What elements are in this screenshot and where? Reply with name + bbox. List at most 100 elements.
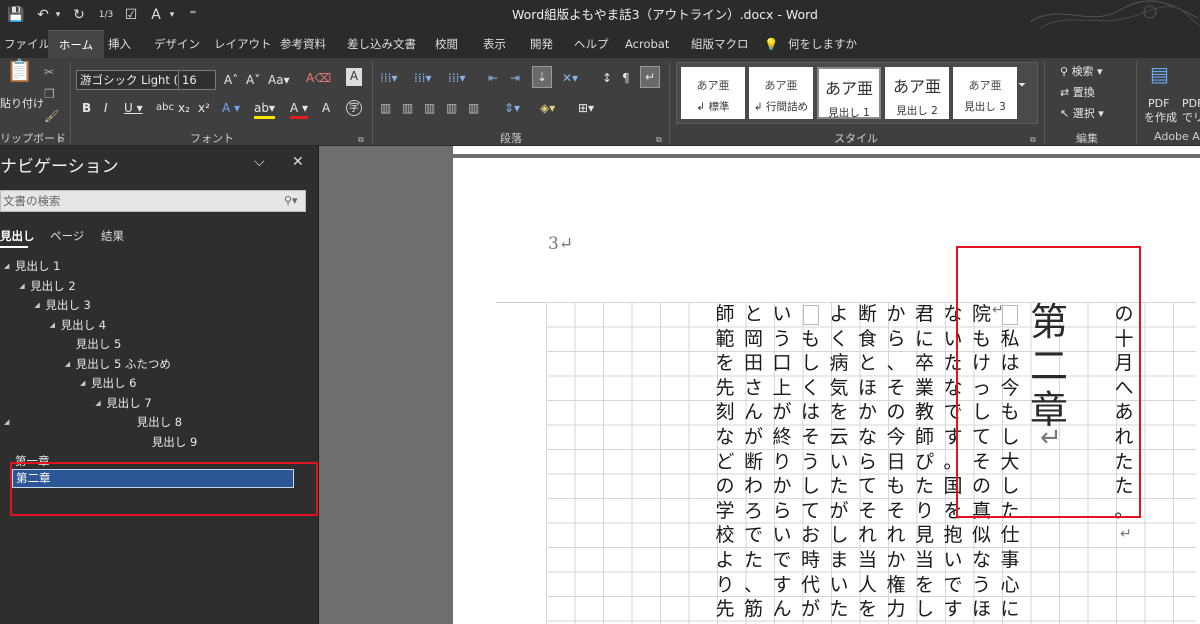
tab-pages[interactable]: ページ (50, 228, 84, 244)
line-spacing-icon[interactable]: ⇕▾ (504, 100, 520, 116)
expand-triangle-icon[interactable]: ◢ (4, 262, 9, 270)
paragraph-mark-icon[interactable]: ↵ (640, 66, 660, 88)
multilevel-list-icon[interactable]: ⁞⁞⁞▾ (448, 70, 465, 86)
borders-icon[interactable]: ⊞▾ (578, 100, 594, 116)
nav-search-input[interactable]: 文書の検索 (0, 190, 306, 212)
expand-triangle-icon[interactable]: ◢ (95, 399, 100, 407)
tab-2[interactable]: 挿入 (108, 30, 131, 58)
heading-item[interactable]: 見出し 6 (91, 375, 136, 391)
glyph: な (971, 548, 991, 571)
bold-icon[interactable]: B (82, 100, 91, 116)
font-name-combo[interactable]: 游ゴシック Light (見 (76, 70, 180, 90)
decrease-indent-icon[interactable]: ⇤ (488, 70, 498, 86)
text-effects-icon[interactable]: A ▾ (222, 100, 240, 116)
style-3[interactable]: あア亜 見出し 2 (885, 67, 949, 119)
gallery-more-icon[interactable]: ⏷ (1018, 78, 1026, 94)
enclose-char-icon[interactable]: 字 (346, 100, 362, 116)
tab-0[interactable]: ファイル (4, 30, 50, 58)
format-painter-icon[interactable]: 🖌 (44, 108, 59, 124)
subscript-icon[interactable]: x₂ (178, 100, 190, 116)
strikethrough-icon[interactable]: abc (156, 100, 174, 116)
style-1[interactable]: あア亜 ↲ 行間詰め (749, 67, 813, 119)
expand-triangle-icon[interactable]: ◢ (65, 360, 70, 368)
copy-icon[interactable]: ❐ (44, 86, 55, 102)
tab-results[interactable]: 結果 (101, 228, 124, 244)
tab-1[interactable]: ホーム (48, 30, 104, 58)
italic-icon[interactable]: I (104, 100, 108, 116)
superscript-icon[interactable]: x² (198, 100, 210, 116)
heading-item[interactable]: 見出し 9 (152, 434, 197, 450)
shrink-font-icon[interactable]: A˅ (246, 72, 260, 88)
distribute-icon[interactable]: ▥ (468, 100, 479, 116)
tab-5[interactable]: 参考資料 (280, 30, 326, 58)
align-top-icon[interactable]: ▥ (380, 100, 391, 116)
style-0[interactable]: あア亜 ↲ 標準 (681, 67, 745, 119)
heading-item[interactable]: 見出し 2 (30, 278, 75, 294)
highlight-icon[interactable]: ab▾ (254, 100, 275, 119)
tab-7[interactable]: 校閲 (435, 30, 458, 58)
font-size-combo[interactable]: 16 (178, 70, 216, 90)
heading-item[interactable]: 見出し 1 (15, 258, 60, 274)
show-marks-icon[interactable]: ¶ (622, 70, 630, 86)
tab-8[interactable]: 表示 (483, 30, 506, 58)
glyph: と (857, 352, 877, 375)
underline-icon[interactable]: U ▾ (124, 100, 143, 116)
text-direction-icon[interactable]: ⇣ (532, 66, 552, 88)
find-button[interactable]: ⚲ 検索 ▾ (1060, 64, 1103, 80)
grow-font-icon[interactable]: A˄ (224, 72, 238, 88)
glyph: 代 (800, 573, 820, 596)
char-border-icon[interactable]: A (346, 68, 362, 86)
tab-12[interactable]: 組版マクロ (691, 30, 749, 58)
pdf-create-label-2[interactable]: を作成 (1144, 110, 1177, 126)
justify-icon[interactable]: ▥ (446, 100, 457, 116)
expand-triangle-icon[interactable]: ◢ (4, 418, 9, 426)
sort-icon[interactable]: ↕ (602, 70, 612, 86)
close-icon[interactable]: ✕ (292, 154, 304, 170)
pdf-create-icon[interactable]: ▤ (1150, 64, 1169, 84)
tab-3[interactable]: デザイン (154, 30, 200, 58)
page-marker: 3↵ (548, 234, 574, 254)
tab-14[interactable]: 何をしますか (788, 30, 857, 58)
heading-item[interactable]: 見出し 3 (45, 297, 90, 313)
change-case-icon[interactable]: Aa▾ (268, 72, 290, 88)
chevron-down-icon[interactable]: ⌵ (254, 154, 265, 170)
paste-icon[interactable]: 📋 (6, 61, 33, 83)
glyph: に (914, 327, 934, 350)
glyph: た (914, 475, 934, 498)
font-color-icon[interactable]: A ▾ (290, 100, 309, 119)
asian-layout-icon[interactable]: ✕▾ (562, 70, 578, 86)
bullets-icon[interactable]: ⁞⁞⁞▾ (380, 70, 397, 86)
heading-item[interactable]: 見出し 5 (76, 336, 121, 352)
heading-item[interactable]: 見出し 5 ふたつめ (76, 356, 171, 372)
tab-11[interactable]: Acrobat (625, 30, 669, 58)
tab-6[interactable]: 差し込み文書 (347, 30, 416, 58)
expand-triangle-icon[interactable]: ◢ (19, 282, 24, 290)
shading-icon[interactable]: ◈▾ (540, 100, 555, 116)
char-shading-icon[interactable]: A (322, 100, 330, 116)
heading-item[interactable]: 見出し 8 (137, 414, 182, 430)
style-2[interactable]: あア亜 見出し 1 (817, 67, 881, 119)
search-icon[interactable]: ⚲▾ (284, 193, 298, 209)
clear-format-icon[interactable]: A⌫ (306, 70, 331, 86)
select-button[interactable]: ↖ 選択 ▾ (1060, 106, 1104, 122)
glyph: 教 (914, 401, 934, 424)
tab-4[interactable]: レイアウト (214, 30, 272, 58)
expand-triangle-icon[interactable]: ◢ (34, 301, 39, 309)
expand-triangle-icon[interactable]: ◢ (80, 379, 85, 387)
align-center-icon[interactable]: ▥ (402, 100, 413, 116)
cut-icon[interactable]: ✂ (44, 64, 54, 80)
heading-item[interactable]: 見出し 4 (61, 317, 106, 333)
pdf-share-label-2[interactable]: でリ (1182, 110, 1200, 126)
expand-triangle-icon[interactable]: ◢ (50, 321, 55, 329)
paste-label[interactable]: 貼り付け (0, 96, 44, 112)
tab-10[interactable]: ヘルプ (574, 30, 609, 58)
tab-9[interactable]: 開発 (530, 30, 553, 58)
align-bottom-icon[interactable]: ▥ (424, 100, 435, 116)
increase-indent-icon[interactable]: ⇥ (510, 70, 520, 86)
heading-item[interactable]: 見出し 7 (106, 395, 151, 411)
numbering-list-icon[interactable]: ⁞⁞⁞▾ (414, 70, 431, 86)
lightbulb-icon[interactable]: 💡 (764, 30, 778, 58)
style-4[interactable]: あア亜 見出し 3 (953, 67, 1017, 119)
replace-button[interactable]: ⇄ 置換 (1060, 85, 1095, 101)
tab-headings[interactable]: 見出し (0, 228, 35, 244)
